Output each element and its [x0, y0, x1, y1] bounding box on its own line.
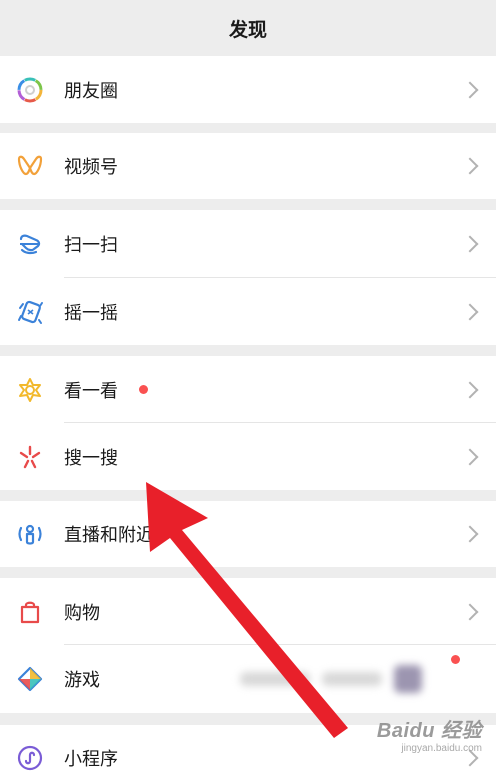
watermark-brand: Baidu 经验 [376, 720, 482, 742]
new-badge-dot [451, 655, 460, 664]
top-stories-icon [16, 376, 44, 404]
nav-bar: 发现 [0, 0, 496, 56]
search-icon [16, 443, 44, 471]
menu-item-channels[interactable]: 视频号 [0, 133, 496, 199]
menu-item-label: 购物 [64, 602, 100, 624]
menu-item-label: 视频号 [64, 157, 118, 178]
scan-icon [16, 230, 44, 258]
menu-item-label: 直播和附近 [64, 525, 154, 546]
moments-icon [16, 76, 44, 104]
shake-icon [16, 298, 44, 326]
menu-item-top-stories[interactable]: 看一看 [0, 356, 496, 423]
menu-item-live-nearby[interactable]: 直播和附近 [0, 501, 496, 567]
menu-item-label: 扫一扫 [64, 235, 118, 256]
menu-item-label: 游戏 [64, 670, 100, 691]
menu-item-label: 看一看 [64, 380, 118, 402]
chevron-right-icon [461, 525, 479, 543]
chevron-right-icon [461, 381, 479, 398]
chevron-right-icon [461, 303, 479, 320]
menu-item-moments[interactable]: 朋友圈 [0, 56, 496, 123]
live-nearby-icon [16, 520, 44, 548]
games-icon [16, 665, 44, 693]
menu-item-label: 摇一摇 [64, 302, 118, 324]
watermark-url: jingyan.baidu.com [401, 743, 482, 754]
channels-icon [16, 152, 44, 180]
menu-item-label: 朋友圈 [64, 80, 118, 102]
menu-item-label: 小程序 [64, 749, 118, 770]
menu-item-scan[interactable]: 扫一扫 [0, 210, 496, 278]
chevron-right-icon [461, 235, 479, 253]
chevron-right-icon [461, 157, 479, 175]
chevron-right-icon [461, 448, 479, 465]
new-badge-dot [139, 385, 148, 394]
game-preview-blurred [240, 664, 460, 694]
menu-item-search[interactable]: 搜一搜 [0, 423, 496, 490]
baidu-watermark: Baidu 经验 jingyan.baidu.com [377, 714, 482, 754]
mini-programs-icon [16, 744, 44, 772]
chevron-right-icon [461, 603, 479, 620]
menu-item-games[interactable]: 游戏 [0, 645, 496, 713]
shopping-icon [16, 598, 44, 626]
menu-item-label: 搜一搜 [64, 447, 118, 469]
discover-screen: 发现 朋友圈 视频号 扫一扫 摇一摇 看一看 搜一搜 直播和附近 购物 游戏 小… [0, 0, 496, 772]
chevron-right-icon [461, 81, 479, 98]
page-title: 发现 [228, 18, 267, 41]
menu-item-shake[interactable]: 摇一摇 [0, 278, 496, 345]
menu-item-shopping[interactable]: 购物 [0, 578, 496, 645]
